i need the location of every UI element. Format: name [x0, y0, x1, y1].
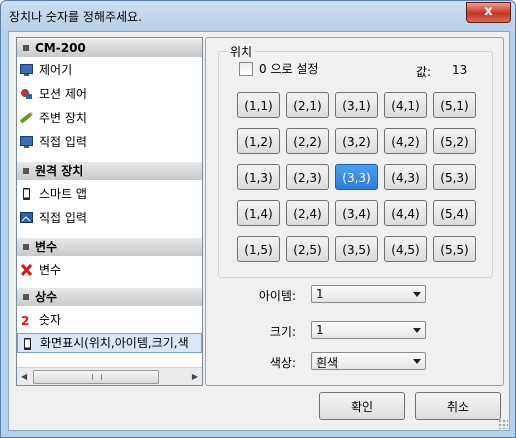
position-cell[interactable]: (1,2) [237, 128, 280, 154]
device-tree: CM-200 제어기 모션 제어 주변 장치 직접 입력 원격 장치 스마트 앱… [16, 37, 203, 386]
dropdown-arrow-icon [413, 359, 421, 364]
tree-item-controller[interactable]: 제어기 [17, 60, 202, 80]
variable-x-icon [20, 264, 33, 276]
tree-item-label: 제어기 [39, 63, 73, 77]
tree-item-remote-direct-input[interactable]: 직접 입력 [17, 208, 202, 228]
settings-panel: 위치 0 으로 설정 값: 13 (1,1) (2,1) (3,1) (4,1) (5,… [205, 37, 504, 386]
position-cell[interactable]: (2,4) [286, 200, 329, 226]
position-cell[interactable]: (3,2) [335, 128, 378, 154]
collapse-square-icon [23, 168, 29, 174]
dropdown-arrow-icon [413, 328, 421, 333]
tree-item-label: 변수 [39, 263, 62, 277]
position-group-label: 위치 [227, 43, 256, 60]
grip-icon [92, 374, 102, 380]
tree-item-label: 주변 장치 [39, 111, 87, 125]
zero-checkbox[interactable] [239, 62, 253, 76]
position-cell[interactable]: (2,2) [286, 128, 329, 154]
position-cell[interactable]: (3,5) [335, 236, 378, 262]
screen-icon [20, 212, 33, 223]
category-label: CM-200 [35, 41, 86, 55]
item-select[interactable]: 1 [311, 285, 426, 303]
position-cell[interactable]: (2,3) [286, 164, 329, 190]
close-button[interactable]: x [466, 2, 511, 23]
position-cell[interactable]: (1,4) [237, 200, 280, 226]
number-icon: 2 [21, 314, 29, 326]
collapse-square-icon [23, 294, 29, 300]
title-bar[interactable]: 장치나 숫자를 정해주세요. x [1, 1, 515, 31]
position-cell[interactable]: (1,3) [237, 164, 280, 190]
tree-item-number[interactable]: 2 숫자 [17, 310, 202, 330]
position-cell[interactable]: (5,2) [433, 128, 476, 154]
position-cell[interactable]: (3,4) [335, 200, 378, 226]
color-select-value: 흰색 [316, 356, 339, 370]
tree-item-label: 스마트 앱 [39, 187, 87, 201]
tree-item-label: 직접 입력 [39, 135, 87, 149]
monitor-icon [20, 136, 33, 148]
color-label: 색상: [269, 356, 296, 370]
tree-item-smart-app[interactable]: 스마트 앱 [17, 184, 202, 204]
position-cell[interactable]: (5,1) [433, 92, 476, 118]
size-select[interactable]: 1 [311, 321, 426, 339]
size-label: 크기: [269, 325, 296, 339]
position-cell[interactable]: (5,4) [433, 200, 476, 226]
tree-item-label: 직접 입력 [39, 211, 87, 225]
collapse-square-icon [23, 244, 29, 250]
value-number: 13 [452, 63, 468, 77]
phone-icon [23, 188, 30, 200]
position-cell[interactable]: (5,5) [433, 236, 476, 262]
svg-text:2: 2 [21, 314, 29, 326]
position-cell[interactable]: (4,1) [384, 92, 427, 118]
dialog-window: 장치나 숫자를 정해주세요. x CM-200 제어기 모션 제어 주변 장치 [0, 0, 516, 438]
category-label: 원격 장치 [35, 164, 84, 178]
tree-item-label: 화면표시(위치,아이템,크기,색 [40, 336, 189, 350]
phone-icon [24, 338, 31, 350]
tree-item-label: 모션 제어 [39, 87, 87, 101]
cancel-button[interactable]: 취소 [415, 392, 501, 420]
position-cell[interactable]: (5,3) [433, 164, 476, 190]
category-label: 변수 [35, 240, 58, 254]
scroll-right-icon[interactable]: ▶ [192, 372, 198, 381]
tree-item-variable[interactable]: 변수 [17, 260, 202, 280]
tree-item-screen-display[interactable]: 화면표시(위치,아이템,크기,색 [17, 333, 202, 353]
window-title: 장치나 숫자를 정해주세요. [9, 10, 142, 24]
tree-item-motion[interactable]: 모션 제어 [17, 84, 202, 104]
position-cell[interactable]: (2,5) [286, 236, 329, 262]
position-cell[interactable]: (4,4) [384, 200, 427, 226]
category-remote-device[interactable]: 원격 장치 [17, 162, 202, 180]
item-label: 아이템: [258, 289, 296, 303]
tree-item-label: 숫자 [39, 313, 62, 327]
position-cell[interactable]: (4,3) [384, 164, 427, 190]
position-cell[interactable]: (1,1) [237, 92, 280, 118]
horizontal-scrollbar[interactable]: ◀ ▶ [17, 367, 202, 385]
tree-item-direct-input[interactable]: 직접 입력 [17, 132, 202, 152]
position-cell[interactable]: (3,1) [335, 92, 378, 118]
value-label: 값: [416, 65, 432, 79]
collapse-square-icon [23, 45, 29, 51]
scroll-thumb[interactable] [33, 370, 159, 384]
color-select[interactable]: 흰색 [311, 352, 426, 370]
dialog-client: CM-200 제어기 모션 제어 주변 장치 직접 입력 원격 장치 스마트 앱… [8, 31, 510, 431]
category-cm200[interactable]: CM-200 [17, 39, 202, 57]
dropdown-arrow-icon [413, 292, 421, 297]
monitor-icon [20, 64, 33, 76]
scroll-left-icon[interactable]: ◀ [21, 372, 27, 381]
ok-button[interactable]: 확인 [319, 392, 405, 420]
position-cell[interactable]: (1,5) [237, 236, 280, 262]
position-group: 위치 0 으로 설정 값: 13 (1,1) (2,1) (3,1) (4,1) (5,… [218, 43, 493, 278]
size-select-value: 1 [316, 323, 324, 337]
position-cell[interactable]: (3,3) [335, 164, 378, 190]
position-cell[interactable]: (4,2) [384, 128, 427, 154]
motion-icon [21, 89, 32, 99]
position-cell[interactable]: (2,1) [286, 92, 329, 118]
category-label: 상수 [35, 290, 58, 304]
item-select-value: 1 [316, 287, 324, 301]
peripheral-icon [20, 112, 33, 124]
category-constant[interactable]: 상수 [17, 288, 202, 306]
position-cell[interactable]: (4,5) [384, 236, 427, 262]
resize-grip-icon[interactable] [498, 419, 508, 429]
zero-checkbox-label[interactable]: 0 으로 설정 [259, 60, 318, 77]
category-variable[interactable]: 변수 [17, 238, 202, 256]
tree-item-peripheral[interactable]: 주변 장치 [17, 108, 202, 128]
